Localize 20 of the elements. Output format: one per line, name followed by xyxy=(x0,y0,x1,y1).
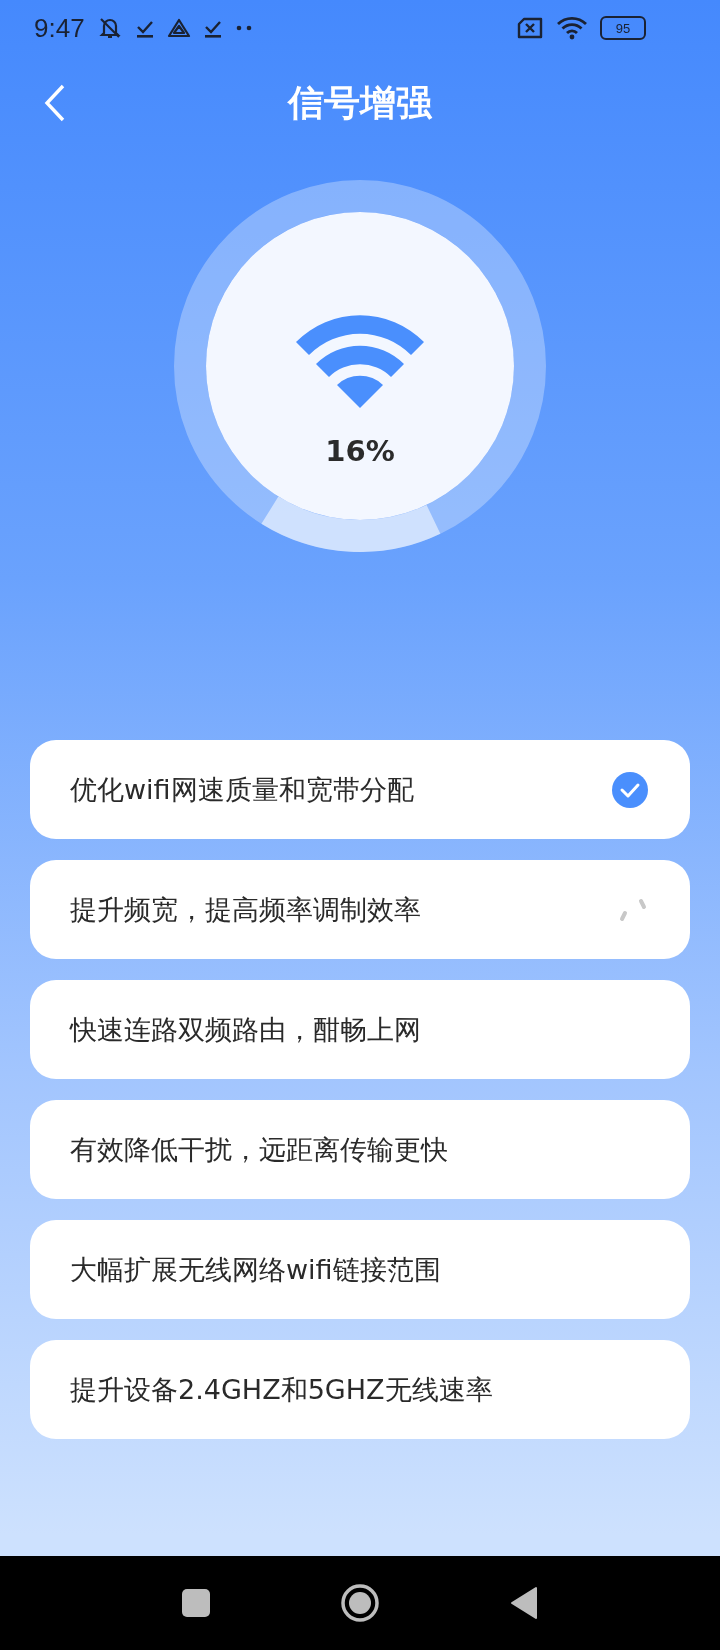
back-button[interactable] xyxy=(510,1586,538,1620)
page-title: 信号增强 xyxy=(288,80,432,125)
task-label: 提升频宽，提高频率调制效率 xyxy=(70,892,421,927)
triangle-icon xyxy=(166,17,191,39)
back-icon[interactable] xyxy=(44,84,66,122)
task-label: 快速连路双频路由，酣畅上网 xyxy=(70,1012,421,1047)
sim-off-icon xyxy=(516,17,544,39)
battery-icon: 95 xyxy=(600,16,646,40)
signal-percent: 16% xyxy=(325,434,395,468)
task-label: 有效降低干扰，远距离传输更快 xyxy=(70,1132,448,1167)
wifi-icon xyxy=(556,16,588,40)
task-label: 提升设备2.4GHZ和5GHZ无线速率 xyxy=(70,1372,493,1407)
check-icon xyxy=(612,771,648,808)
status-time: 9:47 xyxy=(34,12,85,44)
recents-button[interactable] xyxy=(182,1589,210,1617)
home-button[interactable] xyxy=(340,1583,380,1623)
task-label: 大幅扩展无线网络wifi链接范围 xyxy=(70,1252,441,1287)
more-icon xyxy=(234,24,253,32)
spinner-icon xyxy=(618,896,648,923)
task-label: 优化wifi网速质量和宽带分配 xyxy=(70,772,414,807)
